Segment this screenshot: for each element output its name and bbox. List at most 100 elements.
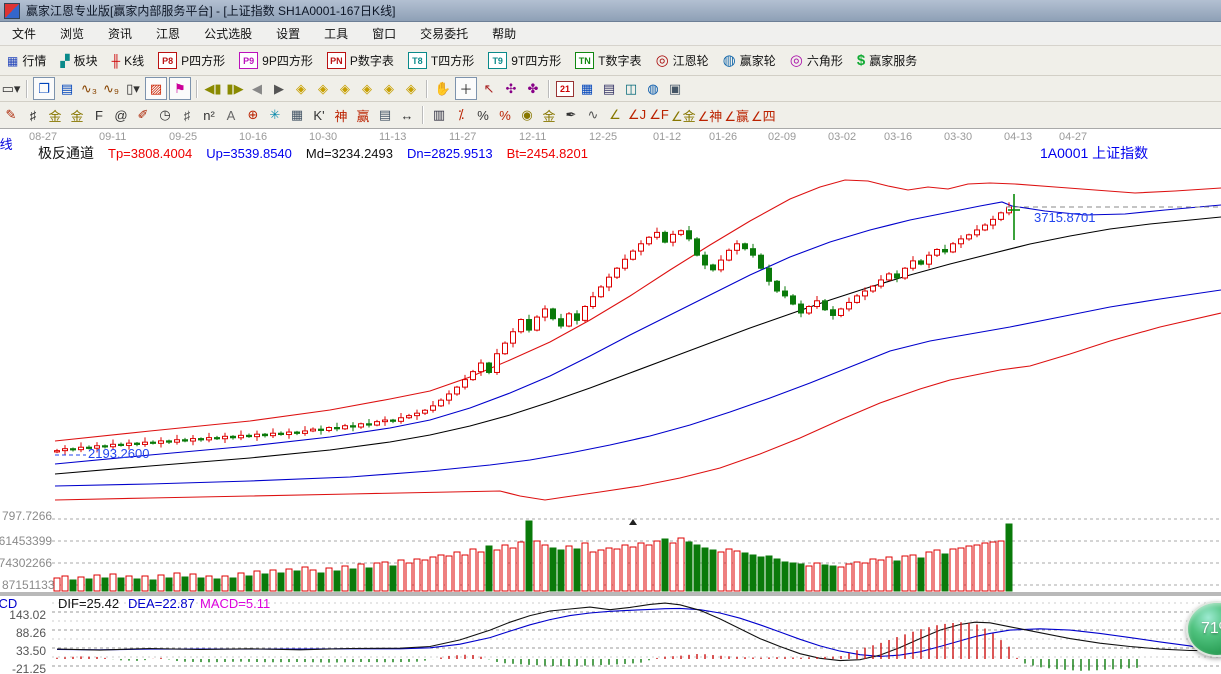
width-arrow-icon[interactable]: ↔ [397, 105, 417, 126]
gold-grid-1-icon[interactable]: 金 [45, 105, 65, 126]
menu-帮助[interactable]: 帮助 [480, 22, 528, 45]
toolbar-winner-service[interactable]: $赢家服务 [850, 49, 924, 72]
calendar-icon[interactable]: 21 [555, 78, 575, 99]
net-update-icon[interactable]: ◍ [643, 78, 663, 99]
nav-last-icon[interactable]: ▮▶ [225, 78, 245, 99]
nav-next-icon[interactable]: ▶ [269, 78, 289, 99]
toolbar-9t-square[interactable]: T99T四方形 [481, 49, 568, 72]
diamond-shrink-icon[interactable]: ◈ [357, 78, 377, 99]
toolbar-kline-view[interactable]: ╫K线 [105, 49, 152, 72]
shen-angle-icon[interactable]: ∠神 [698, 105, 723, 126]
diamond-center-icon[interactable]: ◈ [379, 78, 399, 99]
k-mark-icon[interactable]: K' [309, 105, 329, 126]
toolbar-p-square[interactable]: P8P四方形 [151, 49, 232, 72]
time-circle-icon[interactable]: ◷ [155, 105, 175, 126]
menu-工具[interactable]: 工具 [312, 22, 360, 45]
volume-bar [454, 552, 460, 591]
toolbar-t-square[interactable]: T8T四方形 [401, 49, 481, 72]
menu-文件[interactable]: 文件 [0, 22, 48, 45]
ruler-grid-icon[interactable]: ▤ [375, 105, 395, 126]
percent-icon[interactable]: % [473, 105, 493, 126]
diamond-left-icon[interactable]: ◈ [291, 78, 311, 99]
toolbar-gann-wheel[interactable]: ◎江恩轮 [649, 49, 716, 72]
menu-窗口[interactable]: 窗口 [360, 22, 408, 45]
candle-body [319, 429, 324, 430]
diamond-expand-icon[interactable]: ◈ [335, 78, 355, 99]
ying-tool-icon[interactable]: 赢 [353, 105, 373, 126]
spiral-icon[interactable]: @ [111, 105, 131, 126]
toolbar-p-number-table[interactable]: PNP数字表 [320, 49, 401, 72]
gold-angle-icon[interactable]: ∠ [605, 105, 625, 126]
menu-公式选股[interactable]: 公式选股 [192, 22, 264, 45]
toolbar-t-number-table[interactable]: TNT数字表 [568, 49, 648, 72]
title-bar[interactable]: 赢家江恩专业版[赢家内部服务平台] - [上证指数 SH1A0001-167日K… [0, 0, 1221, 22]
crosshair-icon[interactable]: ＋ [455, 77, 477, 100]
menu-交易委托[interactable]: 交易委托 [408, 22, 480, 45]
toolbar-quote-table[interactable]: ▦行情 [0, 49, 53, 72]
info-list-icon[interactable]: ▤ [57, 78, 77, 99]
angle-a-icon[interactable]: A [221, 105, 241, 126]
flag-tool-icon[interactable]: ⚑ [169, 77, 191, 100]
brush-red-icon[interactable]: ✎ [1, 105, 21, 126]
pan-hand-icon[interactable]: ✋ [433, 78, 453, 99]
indicator-name[interactable]: 极反通道 [38, 143, 94, 163]
f-grid-icon[interactable]: F [89, 105, 109, 126]
wave-3-icon[interactable]: ∿₃ [79, 78, 99, 99]
toolbar-sector-blocks[interactable]: ▞板块 [53, 49, 104, 72]
save-disk-icon[interactable]: ◫ [621, 78, 641, 99]
price-annotation-low: 2193.2600 [88, 446, 149, 461]
channel-value-0: Tp=3808.4004 [108, 146, 192, 161]
nav-prev-icon[interactable]: ◀ [247, 78, 267, 99]
gold-line-icon[interactable]: 金 [539, 105, 559, 126]
pointer-measure-icon[interactable]: ↖ [479, 78, 499, 99]
gann-tool-2-icon[interactable]: ✤ [523, 78, 543, 99]
f-angle-icon[interactable]: ∠F [649, 105, 669, 126]
menu-江恩[interactable]: 江恩 [144, 22, 192, 45]
wave-line-icon[interactable]: ∿ [583, 105, 603, 126]
menu-设置[interactable]: 设置 [264, 22, 312, 45]
nav-first-icon[interactable]: ◀▮ [203, 78, 223, 99]
window-overlap-icon[interactable]: ❐ [33, 77, 55, 100]
notepad-icon[interactable]: ▤ [599, 78, 619, 99]
j-angle-icon[interactable]: ∠J [627, 105, 647, 126]
shen-tool-icon[interactable]: 神 [331, 105, 351, 126]
percent-line-icon[interactable]: % [495, 105, 515, 126]
percent-fall-icon[interactable]: ⁒ [451, 105, 471, 126]
calculator-icon[interactable]: ▦ [577, 78, 597, 99]
grid-box-icon[interactable]: ▦ [287, 105, 307, 126]
candle-body [911, 261, 916, 268]
gold-circle-icon[interactable]: ◉ [517, 105, 537, 126]
ying-angle-icon[interactable]: ∠赢 [724, 105, 749, 126]
menu-浏览[interactable]: 浏览 [48, 22, 96, 45]
candle-body [359, 424, 364, 427]
candle-body [135, 443, 140, 444]
gold-grid-2-icon[interactable]: 金 [67, 105, 87, 126]
menu-资讯[interactable]: 资讯 [96, 22, 144, 45]
remote-pc-icon[interactable]: ▣ [665, 78, 685, 99]
circle-cross-icon[interactable]: ⊕ [243, 105, 263, 126]
diamond-right-icon[interactable]: ◈ [313, 78, 333, 99]
gann-tool-1-icon[interactable]: ✣ [501, 78, 521, 99]
volume-bar [230, 578, 236, 591]
period-selector-icon[interactable]: ▭▾ [1, 78, 21, 99]
line-grid-icon[interactable]: ♯ [177, 105, 197, 126]
wave-9-icon[interactable]: ∿₉ [101, 78, 121, 99]
toolbar-hexagon[interactable]: ◎六角形 [783, 49, 850, 72]
toolbar-winner-wheel[interactable]: ◍赢家轮 [716, 49, 783, 72]
diamond-all-icon[interactable]: ◈ [401, 78, 421, 99]
si-angle-icon[interactable]: ∠四 [751, 105, 776, 126]
n-square-icon[interactable]: n² [199, 105, 219, 126]
grid-lines-icon[interactable]: ♯ [23, 105, 43, 126]
toolbar-9p-square[interactable]: P99P四方形 [232, 49, 320, 72]
gold-angle-2-icon[interactable]: ∠金 [671, 105, 696, 126]
star-burst-icon[interactable]: ✳ [265, 105, 285, 126]
symbol-label[interactable]: 1A0001 上证指数 [1040, 143, 1148, 163]
candle-body [575, 314, 580, 321]
pattern-box-icon[interactable]: ▨ [145, 77, 167, 100]
ink-brush-icon[interactable]: ✐ [133, 105, 153, 126]
ink-angle-icon[interactable]: ✒ [561, 105, 581, 126]
volume-bar [158, 575, 164, 591]
candle-period-icon[interactable]: ▯▾ [123, 78, 143, 99]
chart-col-icon[interactable]: ▥ [429, 105, 449, 126]
candle-body [143, 442, 148, 444]
